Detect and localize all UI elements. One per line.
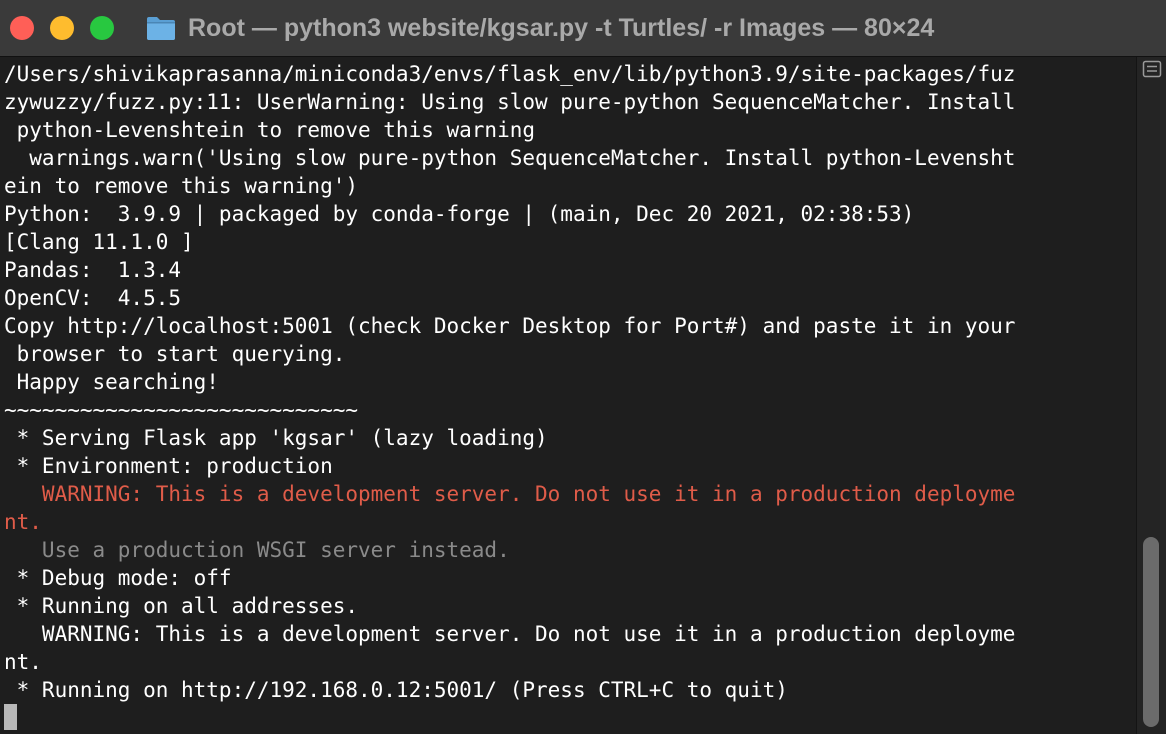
- terminal-line: * Debug mode: off: [4, 566, 232, 590]
- minimize-button[interactable]: −: [50, 16, 74, 40]
- terminal-line: * Environment: production: [4, 454, 333, 478]
- terminal-line: Use a production WSGI server instead.: [4, 538, 510, 562]
- terminal-line: WARNING: This is a development server. D…: [4, 622, 1016, 646]
- terminal-line: * Running on http://192.168.0.12:5001/ (…: [4, 678, 788, 702]
- terminal-line: Happy searching!: [4, 370, 219, 394]
- terminal-line: browser to start querying.: [4, 342, 346, 366]
- text-cursor: [4, 704, 17, 730]
- terminal-line: zywuzzy/fuzz.py:11: UserWarning: Using s…: [4, 90, 1016, 114]
- zoom-button[interactable]: +: [90, 16, 114, 40]
- close-button[interactable]: ×: [10, 16, 34, 40]
- window-title: Root — python3 website/kgsar.py -t Turtl…: [146, 12, 934, 44]
- vertical-scrollbar[interactable]: [1136, 57, 1166, 734]
- terminal-line: /Users/shivikaprasanna/miniconda3/envs/f…: [4, 62, 1016, 86]
- terminal-line: python-Levenshtein to remove this warnin…: [4, 118, 536, 142]
- scrollbar-thumb[interactable]: [1143, 537, 1159, 727]
- terminal-line: nt.: [4, 650, 42, 674]
- terminal-line: nt.: [4, 510, 42, 534]
- terminal-line: Python: 3.9.9 | packaged by conda-forge …: [4, 202, 915, 226]
- terminal-line: ein to remove this warning'): [4, 174, 359, 198]
- terminal-line: * Serving Flask app 'kgsar' (lazy loadin…: [4, 426, 548, 450]
- terminal-line: WARNING: This is a development server. D…: [4, 482, 1016, 506]
- terminal-output[interactable]: /Users/shivikaprasanna/miniconda3/envs/f…: [0, 57, 1136, 734]
- terminal-line: Pandas: 1.3.4: [4, 258, 182, 282]
- terminal-line: Copy http://localhost:5001 (check Docker…: [4, 314, 1016, 338]
- terminal-line: warnings.warn('Using slow pure-python Se…: [4, 146, 1016, 170]
- marks-icon[interactable]: [1142, 60, 1162, 78]
- window-title-text: Root — python3 website/kgsar.py -t Turtl…: [188, 13, 935, 42]
- output-lines: /Users/shivikaprasanna/miniconda3/envs/f…: [4, 60, 1015, 704]
- terminal-line: OpenCV: 4.5.5: [4, 286, 182, 310]
- folder-icon: [147, 17, 175, 40]
- title-bar[interactable]: × − + Root — python3 website/kgsar.py -t…: [0, 0, 1166, 57]
- terminal-line: ~~~~~~~~~~~~~~~~~~~~~~~~~~~~: [4, 398, 359, 422]
- terminal-line: [Clang 11.1.0 ]: [4, 230, 194, 254]
- terminal-window: × − + Root — python3 website/kgsar.py -t…: [0, 0, 1166, 734]
- terminal-line: * Running on all addresses.: [4, 594, 359, 618]
